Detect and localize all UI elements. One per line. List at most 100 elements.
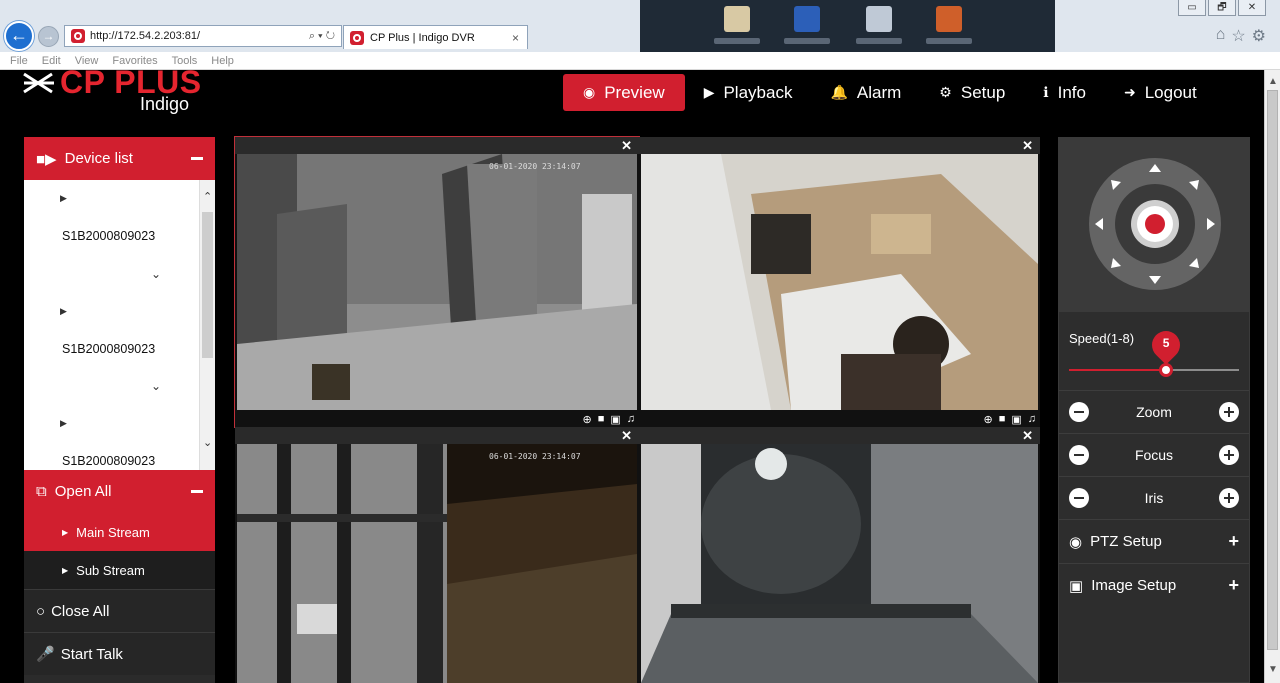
device-item[interactable]: S1B2000809023 <box>24 443 215 471</box>
restore-button[interactable]: 🗗 <box>1208 0 1236 16</box>
camera-feed-image <box>237 154 637 410</box>
caret-right-icon: ▶ <box>62 565 69 575</box>
snapshot-icon[interactable]: ▣ <box>1011 413 1021 426</box>
open-all-header[interactable]: ⧉ Open All <box>24 470 215 513</box>
start-talk-label: Start Talk <box>60 645 123 663</box>
main-stream-label: Main Stream <box>76 524 150 540</box>
star-icon[interactable]: ☆ <box>1231 26 1245 46</box>
nav-alarm[interactable]: 🔔 Alarm <box>811 74 920 111</box>
zoom-out-button[interactable] <box>1069 402 1089 422</box>
address-text: http://172.54.2.203:81/ <box>90 30 201 42</box>
logo-subtitle: Indigo <box>140 94 190 114</box>
speed-slider-handle[interactable] <box>1159 363 1174 377</box>
chevron-down-icon[interactable]: ⌄ <box>203 436 212 449</box>
record-icon[interactable]: ■ <box>598 413 605 426</box>
focus-minus-button[interactable] <box>1069 445 1089 465</box>
thumbnail-icon <box>724 6 750 32</box>
scroll-thumb[interactable] <box>1267 90 1278 650</box>
speed-slider[interactable]: 5 <box>1069 325 1239 377</box>
chevron-up-icon[interactable]: ⌃ <box>203 190 212 203</box>
gear-icon[interactable]: ⚙ <box>1252 26 1266 46</box>
nav-logout[interactable]: ➜ Logout <box>1105 74 1216 111</box>
close-icon[interactable]: ✕ <box>1022 428 1033 444</box>
device-tree-scrollbar[interactable]: ⌃ ⌄ <box>199 180 215 470</box>
sub-stream-option[interactable]: ▶ Sub Stream <box>24 551 215 589</box>
tree-expand-icon[interactable]: ▶ <box>24 180 215 218</box>
chevron-down-icon[interactable]: ⌄ <box>24 368 215 406</box>
scroll-down-icon[interactable]: ▼ <box>1268 664 1278 675</box>
menu-edit[interactable]: Edit <box>42 55 61 67</box>
search-refresh-icons[interactable]: ⌕ ▾ ↻ <box>309 30 335 43</box>
plus-icon[interactable]: + <box>1228 531 1239 552</box>
camera-feed: 06-01-2020 23:14:07 <box>237 154 637 410</box>
audio-icon[interactable]: ♫ <box>627 413 635 426</box>
tab-favicon-icon <box>350 30 364 45</box>
collapse-icon[interactable] <box>191 490 203 493</box>
nav-setup[interactable]: ⚙ Setup <box>920 74 1024 111</box>
camera-feed: 06-01-2020 23:14:07 <box>237 444 637 683</box>
browser-tab[interactable]: CP Plus | Indigo DVR × <box>343 25 528 49</box>
camera-tile[interactable]: ✕ ⊕ ■ ▣ ♫ <box>639 137 1040 427</box>
camera-timestamp: 06-01-2020 23:14:07 <box>489 452 581 461</box>
menu-help[interactable]: Help <box>211 55 234 67</box>
focus-plus-button[interactable] <box>1219 445 1239 465</box>
camera-title-bar: ✕ <box>235 427 639 444</box>
nav-preview[interactable]: ◉ Preview <box>563 74 685 111</box>
home-icon[interactable]: ⌂ <box>1216 26 1226 46</box>
chevron-down-icon[interactable]: ⌄ <box>24 255 215 293</box>
iris-minus-button[interactable] <box>1069 488 1089 508</box>
iris-row: Iris <box>1059 476 1249 519</box>
zoom-in-button[interactable] <box>1218 402 1239 422</box>
left-panel: ■▶ Device list ▶ S1B2000809023 ⌄ ▶ S1B20… <box>24 137 215 683</box>
iris-plus-button[interactable] <box>1218 488 1239 508</box>
image-icon: ▣ <box>1069 577 1084 595</box>
nav-label: Preview <box>604 82 665 102</box>
scroll-thumb[interactable] <box>202 212 213 358</box>
site-favicon-icon <box>71 29 85 43</box>
nav-info[interactable]: ℹ Info <box>1024 74 1105 111</box>
tab-close-button[interactable]: × <box>512 31 519 45</box>
image-setup-row[interactable]: ▣ Image Setup + <box>1059 563 1249 607</box>
collapse-icon[interactable] <box>191 157 203 160</box>
plus-icon[interactable]: + <box>1228 575 1239 596</box>
address-bar[interactable]: http://172.54.2.203:81/ ⌕ ▾ ↻ <box>64 25 342 47</box>
external-link-icon: ⧉ <box>36 483 47 500</box>
browser-toolbar: ▭ 🗗 ✕ ← → http://172.54.2.203:81/ ⌕ ▾ ↻ … <box>0 0 1280 52</box>
zoom-icon[interactable]: ⊕ <box>983 413 992 426</box>
device-list-header[interactable]: ■▶ Device list <box>24 137 215 180</box>
video-camera-icon: ■▶ <box>36 150 57 168</box>
zoom-icon[interactable]: ⊕ <box>582 413 591 426</box>
snapshot-icon[interactable]: ▣ <box>610 413 620 426</box>
ptz-setup-row[interactable]: ◉ PTZ Setup + <box>1059 519 1249 563</box>
audio-icon[interactable]: ♫ <box>1028 413 1036 426</box>
camera-tools: ⊕ ■ ▣ ♫ <box>983 413 1036 426</box>
device-item[interactable]: S1B2000809023 <box>24 218 215 256</box>
main-stream-option[interactable]: ▶ Main Stream <box>24 513 215 551</box>
video-grid: ✕ 06-01-2020 23:14:07 ⊕ ■ ▣ ♫ ✕ ⊕ ■ ▣ ♫ … <box>234 136 1040 683</box>
close-icon[interactable]: ✕ <box>1022 138 1033 154</box>
device-item[interactable]: S1B2000809023 <box>24 330 215 368</box>
tree-expand-icon[interactable]: ▶ <box>24 293 215 331</box>
iris-label: Iris <box>1144 490 1164 506</box>
close-window-button[interactable]: ✕ <box>1238 0 1266 16</box>
forward-button[interactable]: → <box>38 26 59 47</box>
scroll-up-icon[interactable]: ▲ <box>1268 76 1278 87</box>
camera-tile[interactable]: ✕ <box>639 427 1040 683</box>
close-icon[interactable]: ✕ <box>621 138 632 154</box>
zoom-label: Zoom <box>1136 404 1172 420</box>
camera-tile[interactable]: ✕ 06-01-2020 23:14:07 ⊕ ■ ▣ ♫ <box>234 136 640 428</box>
close-all-button[interactable]: ○ Close All <box>24 589 215 632</box>
back-button[interactable]: ← <box>4 21 34 51</box>
close-icon[interactable]: ✕ <box>621 428 632 444</box>
page-scrollbar[interactable]: ▲ ▼ <box>1264 70 1280 683</box>
camera-feed-image <box>641 444 1038 683</box>
ptz-panel: Speed(1-8) 5 Zoom Focus Iris ◉ PTZ Setup… <box>1058 137 1250 683</box>
start-talk-button[interactable]: 🎤 Start Talk <box>24 632 215 675</box>
nav-playback[interactable]: ▶ Playback <box>685 74 812 111</box>
tree-expand-icon[interactable]: ▶ <box>24 405 215 443</box>
menu-file[interactable]: File <box>10 55 28 67</box>
ptz-direction-dial[interactable] <box>1087 156 1223 292</box>
minimize-button[interactable]: ▭ <box>1178 0 1206 16</box>
record-icon[interactable]: ■ <box>999 413 1006 426</box>
camera-tile[interactable]: ✕ 06-01-2020 23:14:07 <box>235 427 639 683</box>
